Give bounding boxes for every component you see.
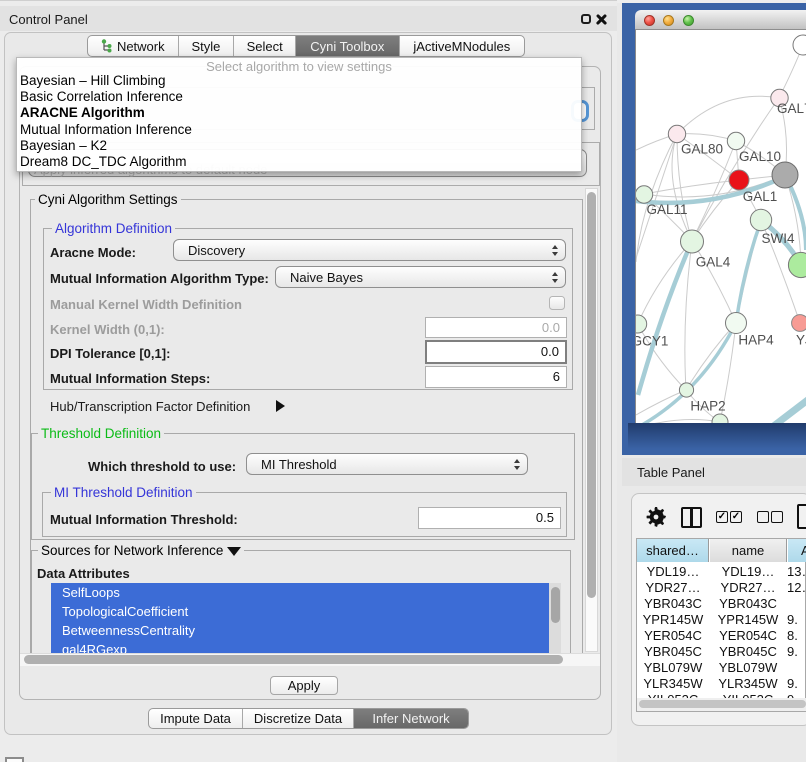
svg-text:GAL11: GAL11 bbox=[646, 202, 687, 217]
svg-text:HAP2: HAP2 bbox=[690, 399, 725, 414]
svg-text:GCY1: GCY1 bbox=[632, 334, 669, 349]
svg-text:GAL4: GAL4 bbox=[696, 255, 731, 270]
svg-text:GAL1: GAL1 bbox=[743, 189, 778, 204]
svg-text:GAL80: GAL80 bbox=[681, 142, 723, 157]
svg-text:GAL7: GAL7 bbox=[777, 101, 806, 116]
svg-text:YJ: YJ bbox=[796, 333, 806, 348]
svg-text:GAL10: GAL10 bbox=[739, 149, 781, 164]
svg-text:HAP4: HAP4 bbox=[738, 333, 774, 348]
svg-text:SWI4: SWI4 bbox=[761, 231, 794, 246]
